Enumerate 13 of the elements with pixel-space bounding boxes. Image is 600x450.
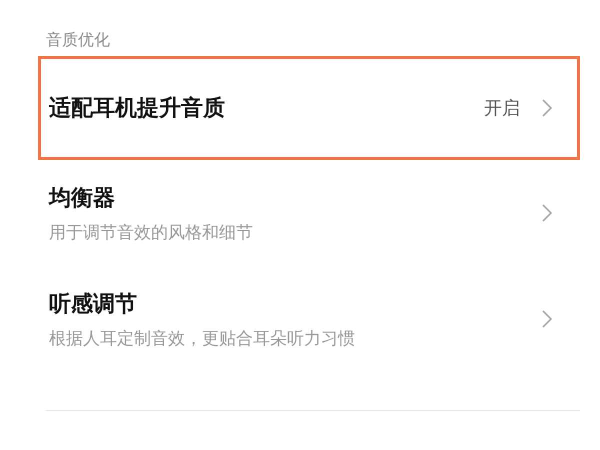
setting-title: 均衡器 [49, 184, 116, 212]
setting-value: 开启 [484, 97, 520, 120]
setting-description: 根据人耳定制音效，更贴合耳朵听力习惯 [49, 328, 356, 350]
highlighted-setting-row[interactable]: 适配耳机提升音质 开启 [38, 56, 580, 160]
setting-row[interactable]: 听感调节 根据人耳定制音效，更贴合耳朵听力习惯 [38, 266, 580, 372]
setting-row[interactable]: 均衡器 用于调节音效的风格和细节 [38, 160, 580, 266]
section-title: 音质优化 [45, 29, 111, 51]
chevron-right-icon [542, 99, 552, 117]
chevron-right-icon [542, 310, 552, 328]
chevron-right-icon [542, 204, 552, 222]
setting-title: 听感调节 [49, 290, 138, 318]
setting-title: 适配耳机提升音质 [49, 94, 226, 123]
setting-description: 用于调节音效的风格和细节 [49, 222, 254, 244]
